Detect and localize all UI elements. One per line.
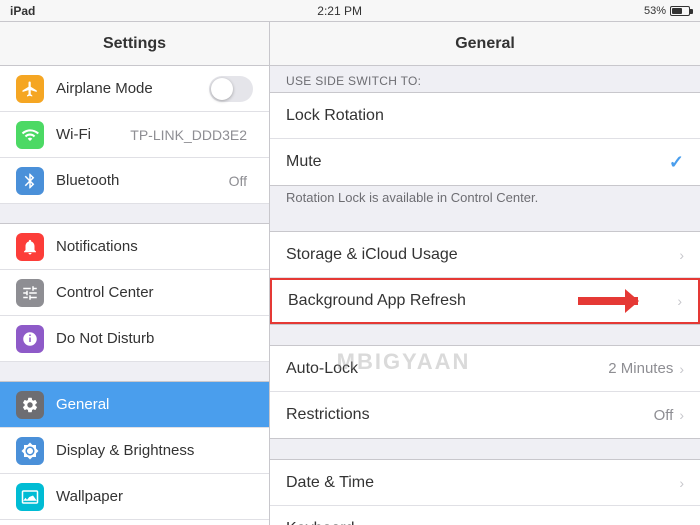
lock-rotation-row[interactable]: Lock Rotation [270, 93, 700, 139]
notifications-icon [16, 233, 44, 261]
storage-row[interactable]: Storage & iCloud Usage › [270, 232, 700, 278]
restrictions-row[interactable]: Restrictions Off › [270, 392, 700, 438]
battery-area: 53% [644, 5, 690, 17]
time-label: 2:21 PM [317, 4, 362, 18]
autolock-label: Auto-Lock [286, 360, 608, 378]
bluetooth-label: Bluetooth [56, 172, 229, 189]
gap-3 [270, 439, 700, 459]
battery-percent: 53% [644, 5, 666, 17]
datetime-chevron: › [679, 475, 684, 491]
date-group: Date & Time › Keyboard › Language & Regi… [270, 459, 700, 525]
control-icon [16, 279, 44, 307]
sidebar-item-sounds[interactable]: Sounds [0, 520, 269, 525]
gap-2 [270, 325, 700, 345]
status-bar: iPad 2:21 PM 53% [0, 0, 700, 22]
gap-1 [270, 211, 700, 231]
display-icon [16, 437, 44, 465]
storage-chevron: › [679, 247, 684, 263]
auto-group: Auto-Lock 2 Minutes › Restrictions Off › [270, 345, 700, 439]
keyboard-label: Keyboard [286, 520, 679, 525]
sidebar: Settings Airplane Mode Wi-Fi TP-LINK_DDD… [0, 22, 270, 525]
battery-icon [670, 6, 690, 16]
autolock-chevron: › [679, 361, 684, 377]
mute-row[interactable]: Mute ✓ [270, 139, 700, 185]
device-label: iPad [10, 4, 35, 18]
side-switch-section-label: USE SIDE SWITCH TO: [270, 66, 700, 92]
donotdisturb-icon [16, 325, 44, 353]
sidebar-gap-2 [0, 362, 269, 382]
general-icon [16, 391, 44, 419]
control-label: Control Center [56, 284, 253, 301]
background-refresh-row[interactable]: Background App Refresh › [270, 278, 700, 324]
sidebar-item-notifications[interactable]: Notifications [0, 224, 269, 270]
sidebar-header: Settings [0, 22, 269, 66]
wifi-value: TP-LINK_DDD3E2 [130, 127, 247, 143]
sidebar-item-wifi[interactable]: Wi-Fi TP-LINK_DDD3E2 [0, 112, 269, 158]
storage-group: Storage & iCloud Usage › Background App … [270, 231, 700, 325]
sidebar-item-wallpaper[interactable]: Wallpaper [0, 474, 269, 520]
wifi-label: Wi-Fi [56, 126, 130, 143]
keyboard-row[interactable]: Keyboard › [270, 506, 700, 525]
background-refresh-label: Background App Refresh [288, 292, 677, 310]
restrictions-value: Off [654, 407, 674, 424]
wallpaper-icon [16, 483, 44, 511]
lock-rotation-label: Lock Rotation [286, 107, 684, 125]
general-label: General [56, 396, 253, 413]
sidebar-item-donotdisturb[interactable]: Do Not Disturb [0, 316, 269, 362]
keyboard-chevron: › [679, 521, 684, 525]
display-label: Display & Brightness [56, 442, 253, 459]
notifications-label: Notifications [56, 238, 253, 255]
right-panel: General USE SIDE SWITCH TO: Lock Rotatio… [270, 22, 700, 525]
wallpaper-label: Wallpaper [56, 488, 253, 505]
airplane-label: Airplane Mode [56, 80, 209, 97]
sidebar-item-airplane[interactable]: Airplane Mode [0, 66, 269, 112]
rotation-note: Rotation Lock is available in Control Ce… [270, 186, 700, 211]
mute-label: Mute [286, 153, 669, 171]
bluetooth-icon [16, 167, 44, 195]
restrictions-label: Restrictions [286, 406, 654, 424]
autolock-row[interactable]: Auto-Lock 2 Minutes › [270, 346, 700, 392]
storage-label: Storage & iCloud Usage [286, 246, 679, 264]
autolock-value: 2 Minutes [608, 360, 673, 377]
sidebar-item-bluetooth[interactable]: Bluetooth Off [0, 158, 269, 204]
side-switch-group: Lock Rotation Mute ✓ [270, 92, 700, 186]
background-chevron: › [677, 293, 682, 309]
sidebar-gap-1 [0, 204, 269, 224]
airplane-toggle[interactable] [209, 76, 253, 102]
panel-header: General [270, 22, 700, 66]
bluetooth-value: Off [229, 173, 247, 189]
sidebar-item-control[interactable]: Control Center [0, 270, 269, 316]
mute-checkmark: ✓ [669, 152, 684, 173]
datetime-row[interactable]: Date & Time › [270, 460, 700, 506]
sidebar-item-general[interactable]: General [0, 382, 269, 428]
main-layout: Settings Airplane Mode Wi-Fi TP-LINK_DDD… [0, 22, 700, 525]
sidebar-item-display[interactable]: Display & Brightness [0, 428, 269, 474]
restrictions-chevron: › [679, 407, 684, 423]
donotdisturb-label: Do Not Disturb [56, 330, 253, 347]
airplane-icon [16, 75, 44, 103]
wifi-icon [16, 121, 44, 149]
datetime-label: Date & Time [286, 474, 679, 492]
